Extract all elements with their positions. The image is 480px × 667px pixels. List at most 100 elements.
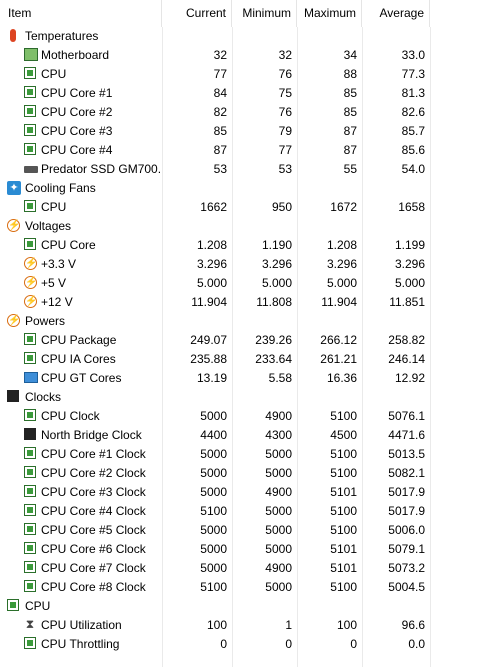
sensor-maximum-value: 5100 [330,466,357,480]
sensor-row[interactable]: ⚡ +3.3 V 3.296 3.296 3.296 3.296 [0,255,480,274]
sensor-maximum-value: 88 [343,67,357,81]
sensor-average-value: 54.0 [401,162,425,176]
sensor-row[interactable]: CPU Core #8 Clock 5100 5000 5100 5004.5 [0,578,480,597]
sensor-minimum-value: 11.808 [256,295,292,309]
sensor-minimum-value: 76 [278,67,292,81]
sensor-average-value: 3.296 [394,257,425,271]
group-row[interactable]: ⚡ Voltages [0,217,480,236]
chip-icon [24,238,36,250]
sensor-row[interactable]: North Bridge Clock 4400 4300 4500 4471.6 [0,426,480,445]
sensor-maximum-value: 5100 [330,523,357,537]
sensor-row[interactable]: ⧗ CPU Utilization 100 1 100 96.6 [0,616,480,635]
sensor-average-value: 5.000 [394,276,425,290]
sensor-icon-wrap [24,333,38,347]
sensor-maximum-value: 87 [343,124,357,138]
sensor-icon-wrap [24,409,38,423]
column-header-minimum[interactable]: Minimum [232,0,297,27]
sensor-maximum-value: 85 [343,105,357,119]
sensor-average-value: 85.7 [401,124,425,138]
sensor-icon-wrap [24,523,38,537]
sensor-icon-wrap [24,352,38,366]
table-header: Item Current Minimum Maximum Average [0,0,480,27]
sensor-maximum-value: 5100 [330,409,357,423]
column-header-item[interactable]: Item [0,0,162,27]
sensor-row[interactable]: CPU Core #1 84 75 85 81.3 [0,84,480,103]
chip-icon [24,352,36,364]
sensor-minimum-value: 5000 [265,447,292,461]
sensor-icon-wrap [24,466,38,480]
sensor-average-value: 5082.1 [388,466,425,480]
sensor-name: CPU Core #1 Clock [41,447,146,461]
group-row[interactable]: Temperatures [0,27,480,46]
sensor-row[interactable]: CPU Core #3 Clock 5000 4900 5101 5017.9 [0,483,480,502]
sensor-name: CPU Core #7 Clock [41,561,146,575]
group-row[interactable]: Clocks [0,388,480,407]
sensor-current-value: 82 [213,105,227,119]
sensor-row[interactable]: CPU Throttling 0 0 0 0.0 [0,635,480,654]
sensor-minimum-value: 950 [271,200,292,214]
group-label: Powers [25,314,66,328]
sensor-icon-wrap: ⚡ [24,276,38,290]
sensor-row[interactable]: CPU Core #2 82 76 85 82.6 [0,103,480,122]
sensor-row[interactable]: CPU IA Cores 235.88 233.64 261.21 246.14 [0,350,480,369]
voltage-icon: ⚡ [24,257,38,270]
column-header-average[interactable]: Average [362,0,430,27]
chip-icon [24,409,36,421]
sensor-row[interactable]: CPU Clock 5000 4900 5100 5076.1 [0,407,480,426]
sensor-maximum-value: 87 [343,143,357,157]
sensor-row[interactable]: CPU Core #4 Clock 5100 5000 5100 5017.9 [0,502,480,521]
sensor-row[interactable]: CPU Core #6 Clock 5000 5000 5101 5079.1 [0,540,480,559]
group-row[interactable]: ⚡ Powers [0,312,480,331]
sensor-minimum-value: 1.190 [261,238,292,252]
column-header-current[interactable]: Current [162,0,232,27]
sensor-row[interactable]: Motherboard 32 32 34 33.0 [0,46,480,65]
sensor-row[interactable]: CPU Core #2 Clock 5000 5000 5100 5082.1 [0,464,480,483]
voltage-icon: ⚡ [24,295,38,308]
sensor-minimum-value: 239.26 [255,333,292,347]
chip-icon [24,485,36,497]
sensor-current-value: 3.296 [196,257,227,271]
sensor-current-value: 5.000 [196,276,227,290]
group-row[interactable]: CPU [0,597,480,616]
sensor-average-value: 77.3 [401,67,425,81]
sensor-minimum-value: 5000 [265,580,292,594]
sensor-name: CPU Core #6 Clock [41,542,146,556]
sensor-row[interactable]: ⚡ +5 V 5.000 5.000 5.000 5.000 [0,274,480,293]
sensor-minimum-value: 4900 [265,409,292,423]
sensor-name: CPU Core #2 Clock [41,466,146,480]
voltage-icon: ⚡ [7,219,21,232]
chip-icon [24,86,36,98]
sensor-row[interactable]: CPU Package 249.07 239.26 266.12 258.82 [0,331,480,350]
sensor-icon-wrap [24,447,38,461]
sensor-row[interactable]: ⚡ +12 V 11.904 11.808 11.904 11.851 [0,293,480,312]
sensor-row[interactable]: CPU 77 76 88 77.3 [0,65,480,84]
sensor-row[interactable]: CPU Core #1 Clock 5000 5000 5100 5013.5 [0,445,480,464]
sensor-row[interactable]: CPU Core 1.208 1.190 1.208 1.199 [0,236,480,255]
sensor-maximum-value: 5101 [330,542,357,556]
sensor-name: +12 V [41,295,73,309]
sensor-icon-wrap [24,428,38,442]
group-icon-wrap: ✦ [7,181,21,195]
sensor-average-value: 5076.1 [388,409,425,423]
sensor-row[interactable]: CPU Core #4 87 77 87 85.6 [0,141,480,160]
sensor-tree: Temperatures Motherboard 32 32 34 33.0 CPU 77 76… [0,27,480,654]
sensor-name: CPU Core #2 [41,105,113,119]
sensor-row[interactable]: CPU Core #7 Clock 5000 4900 5101 5073.2 [0,559,480,578]
sensor-current-value: 5000 [200,523,227,537]
sensor-minimum-value: 5.000 [261,276,292,290]
sensor-icon-wrap [24,485,38,499]
sensor-current-value: 100 [206,618,227,632]
sensor-row[interactable]: CPU Core #5 Clock 5000 5000 5100 5006.0 [0,521,480,540]
sensor-current-value: 32 [213,48,227,62]
sensor-row[interactable]: CPU GT Cores 13.19 5.58 16.36 12.92 [0,369,480,388]
sensor-current-value: 5000 [200,447,227,461]
thermometer-icon [10,29,16,42]
group-row[interactable]: ✦ Cooling Fans [0,179,480,198]
sensor-row[interactable]: Predator SSD GM700... 53 53 55 54.0 [0,160,480,179]
group-label: Cooling Fans [25,181,96,195]
sensor-maximum-value: 0 [350,637,357,651]
sensor-row[interactable]: CPU 1662 950 1672 1658 [0,198,480,217]
column-header-maximum[interactable]: Maximum [297,0,362,27]
sensor-name: CPU [41,67,67,81]
sensor-row[interactable]: CPU Core #3 85 79 87 85.7 [0,122,480,141]
